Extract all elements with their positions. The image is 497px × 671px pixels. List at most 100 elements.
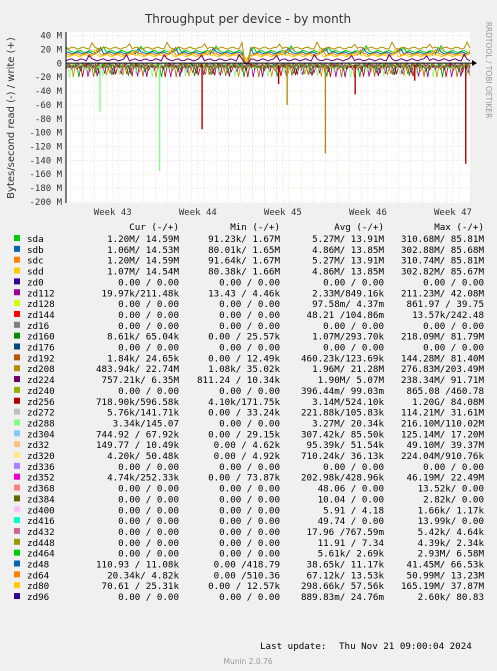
legend-min-value: 0.00 / 0.00 [219,505,280,516]
legend-min-value: 0.00 / 12.49k [208,353,280,364]
legend-min-value: 0.00 / 0.00 [219,516,280,527]
legend-avg-value: 396.44m/ 99.03m [301,386,384,397]
x-tick-label: Week 44 [179,208,217,218]
legend-avg-value: 3.14M/524.10k [312,397,384,408]
legend-avg-value: 67.12k/ 13.53k [307,570,385,581]
legend-min-value: 13.43 / 4.46k [208,288,280,299]
legend-min-value: 0.00 / 0.00 [219,321,280,332]
legend-swatch-zd416 [14,517,20,524]
legend-avg-value: 221.88k/105.83k [301,408,384,419]
y-tick-label: -180 M [29,184,62,194]
last-update-label: Last update: [260,641,326,652]
legend-max-value: 302.82M/ 85.67M [401,267,484,278]
legend-min-value: 0.00 / 4.62k [214,440,281,451]
legend-max-value: 0.00 / 0.00 [423,277,484,288]
legend-name-zd384: zd384 [27,494,55,505]
legend-avg-value: 5.27M/ 13.91M [312,234,384,245]
legend-name-sda: sda [27,234,44,245]
legend-avg-value: 0.00 / 0.00 [323,321,384,332]
legend-swatch-zd96 [14,593,20,600]
legend-cur-value: 757.21k/ 6.35M [102,375,180,386]
legend-cur-value: 1.84k/ 24.65k [107,353,179,364]
legend-swatch-zd48 [14,560,20,567]
legend-name-zd96: zd96 [27,592,49,603]
legend-name-zd288: zd288 [27,418,55,429]
legend-min-value: 0.00 / 0.00 [219,494,280,505]
legend-cur-value: 0.00 / 0.00 [118,538,179,549]
y-tick-label: 20 M [40,45,62,55]
legend-max-value: 224.04M/910.76k [401,451,484,462]
legend-min-value: 80.38k/ 1.66M [208,267,280,278]
rrdtool-credit: RRDTOOL / TOBI OETIKER [484,22,493,119]
legend-swatch-sdc [14,256,20,263]
legend-max-value: 2.93M/ 6.58M [418,549,485,560]
legend-column-header: Max (-/+) [434,222,484,233]
legend-min-value: 80.01k/ 1.65M [208,245,280,256]
legend-max-value: 0.00 / 0.00 [423,321,484,332]
legend-cur-value: 8.61k/ 65.04k [107,332,179,343]
legend-max-value: 302.88M/ 85.68M [401,245,484,256]
chart-title: Throughput per device - by month [144,12,351,26]
legend-swatch-zd176 [14,343,20,350]
legend-min-value: 91.64k/ 1.67M [208,256,280,267]
legend-min-value: 0.00 / 0.00 [219,527,280,538]
legend-cur-value: 718.90k/596.58k [96,397,179,408]
legend-max-value: 165.19M/ 37.87M [401,581,484,592]
legend-cur-value: 0.00 / 0.00 [118,277,179,288]
legend-swatch-zd240 [14,386,20,393]
legend-min-value: 0.00 / 73.87k [208,473,280,484]
legend-swatch-zd304 [14,430,20,437]
legend-swatch-sdd [14,267,20,274]
munin-graph: Throughput per device - by month Bytes/s… [0,0,497,671]
legend-cur-value: 0.00 / 0.00 [118,321,179,332]
munin-version: Munin 2.0.76 [223,657,272,666]
legend-cur-value: 0.00 / 0.00 [118,386,179,397]
legend-name-zd352: zd352 [27,473,55,484]
legend-swatch-zd256 [14,397,20,404]
legend-name-zd416: zd416 [27,516,55,527]
legend-name-zd128: zd128 [27,299,55,310]
legend-avg-value: 11.91 / 7.34 [318,538,385,549]
legend-name-zd368: zd368 [27,484,55,495]
legend-cur-value: 110.93 / 11.08k [96,560,179,571]
legend-min-value: 0.00 / 12.57k [208,581,280,592]
legend-min-value: 0.00 / 0.00 [219,418,280,429]
legend-min-value: 1.08k/ 35.02k [208,364,280,375]
legend-min-value: 0.00 / 25.57k [208,332,280,343]
legend-avg-value: 202.98k/428.96k [301,473,384,484]
legend-max-value: 1.66k/ 1.17k [418,505,485,516]
legend-max-value: 0.00 / 0.00 [423,462,484,473]
x-tick-label: Week 43 [94,208,132,218]
legend-swatch-zd288 [14,419,20,426]
legend-max-value: 13.99k/ 0.00 [418,516,484,527]
legend-name-zd448: zd448 [27,538,55,549]
legend-max-value: 5.42k/ 4.64k [418,527,485,538]
legend-min-value: 0.00 / 0.00 [219,484,280,495]
throughput-chart: Throughput per device - by month Bytes/s… [0,0,497,671]
legend-avg-value: 0.00 / 0.00 [323,343,384,354]
legend-avg-value: 5.27M/ 13.91M [312,256,384,267]
legend-swatch-zd80 [14,582,20,589]
legend-cur-value: 0.00 / 0.00 [118,592,179,603]
legend-name-zd80: zd80 [27,581,49,592]
legend-swatch-zd464 [14,549,20,556]
legend-name-sdb: sdb [27,245,44,256]
legend-cur-value: 149.77 / 10.49k [96,440,179,451]
legend-avg-value: 3.27M/ 20.34k [312,418,384,429]
legend-cur-value: 4.20k/ 50.48k [107,451,179,462]
legend-cur-value: 0.00 / 0.00 [118,343,179,354]
legend-max-value: 861.97 / 39.75 [407,299,484,310]
legend-name-zd0: zd0 [27,277,44,288]
legend-min-value: 811.24 / 10.34k [197,375,280,386]
legend-column-header: Min (-/+) [230,222,280,233]
legend-min-value: 91.23k/ 1.67M [208,234,280,245]
legend-name-zd304: zd304 [27,429,55,440]
legend-cur-value: 0.00 / 0.00 [118,462,179,473]
legend-max-value: 4.39k/ 2.34k [418,538,485,549]
legend-min-value: 0.00 / 0.00 [219,538,280,549]
legend-name-zd112: zd112 [27,288,55,299]
legend-max-value: 114.21M/ 31.61M [401,408,484,419]
legend-cur-value: 19.97k/211.48k [102,288,180,299]
legend-avg-value: 1.07M/293.70k [312,332,384,343]
legend-name-zd240: zd240 [27,386,55,397]
